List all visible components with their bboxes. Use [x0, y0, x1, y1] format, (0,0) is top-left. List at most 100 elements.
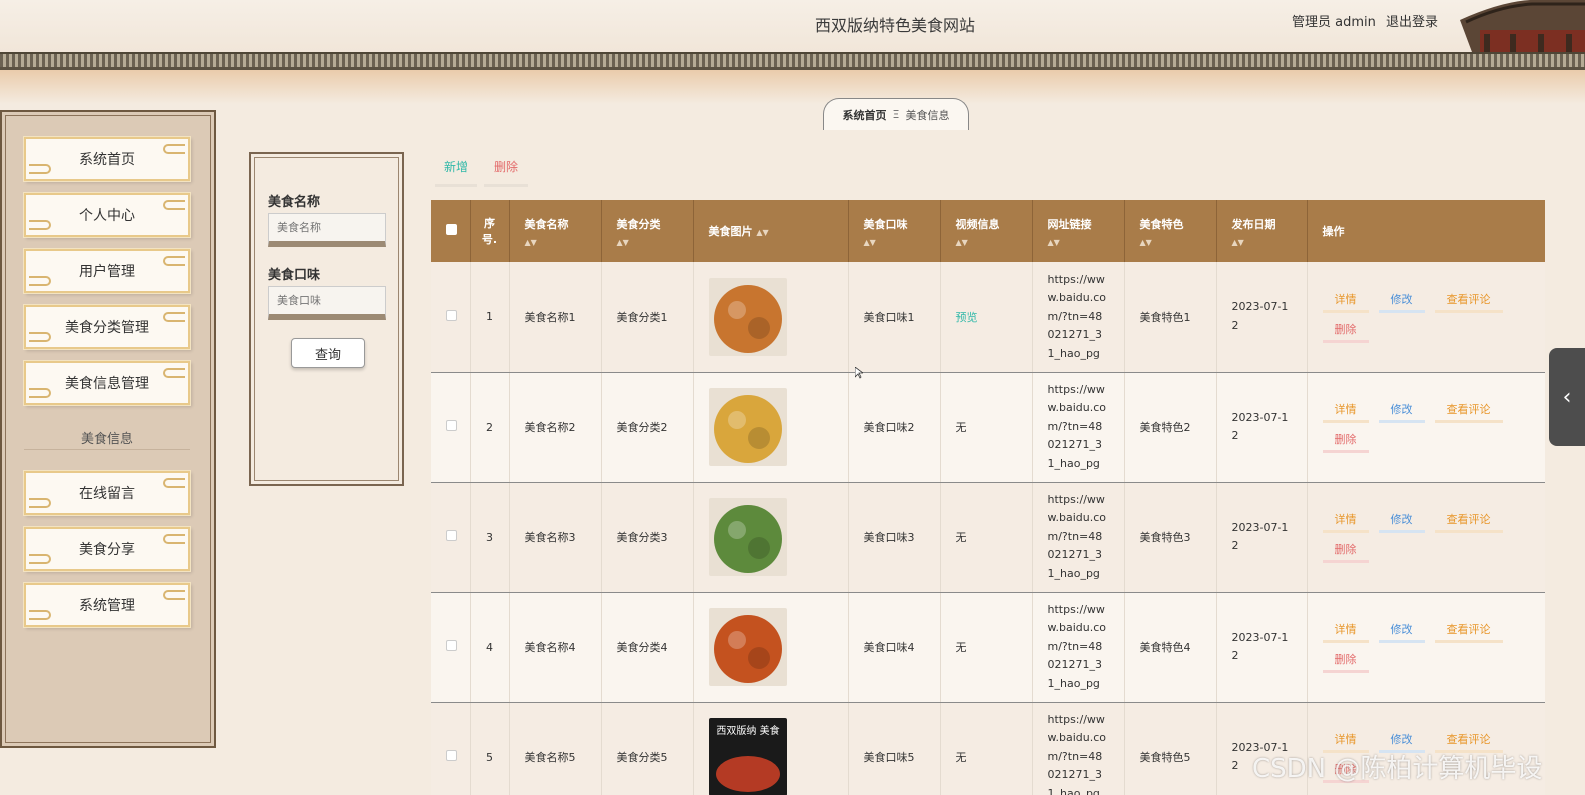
top-header: 西双版纳特色美食网站 管理员 admin 退出登录 — [0, 0, 1585, 52]
delete-button[interactable]: 删除 — [1322, 651, 1369, 673]
food-image[interactable] — [708, 277, 787, 356]
row-checkbox[interactable] — [446, 309, 457, 321]
header-name[interactable]: 美食名称 ▲▼ — [509, 200, 602, 262]
row-select-cell[interactable] — [431, 372, 471, 483]
header-image-label: 美食图片 — [708, 225, 753, 238]
sort-icon[interactable]: ▲▼ — [1140, 238, 1201, 247]
row-select-cell[interactable] — [431, 702, 471, 795]
sidebar-item-label: 美食分类管理 — [65, 320, 149, 336]
row-index: 5 — [470, 702, 510, 795]
select-all-checkbox[interactable] — [446, 224, 457, 235]
sort-icon[interactable]: ▲▼ — [756, 228, 768, 237]
sidebar-subitem-food-info[interactable]: 美食信息 — [24, 428, 190, 450]
row-index: 1 — [470, 262, 510, 373]
edit-button[interactable]: 修改 — [1378, 401, 1425, 423]
video-preview-link[interactable]: 预览 — [956, 311, 978, 324]
batch-delete-button[interactable]: 删除 — [484, 158, 528, 187]
sidebar-item-label: 系统首页 — [79, 152, 135, 168]
header-video-label: 视频信息 — [955, 217, 1000, 231]
food-image-cell: 西双版纳 美食 — [693, 702, 849, 795]
view-comments-button[interactable]: 查看评论 — [1434, 401, 1503, 423]
food-image[interactable] — [708, 498, 787, 576]
food-table-container: 序号. 美食名称 ▲▼ 美食分类 ▲▼ 美食图片 ▲▼ 美食口味 ▲▼ 视频信息 ▲▼ … — [431, 200, 1545, 795]
sort-icon[interactable]: ▲▼ — [1048, 238, 1109, 247]
header-fade-decoration — [0, 70, 1585, 104]
table-row: 3 美食名称3 美食分类3 美食口味3 无 https://www.baidu.com/?… — [431, 482, 1545, 593]
breadcrumb-home[interactable]: 系统首页 — [843, 107, 887, 123]
video-info-cell[interactable]: 预览 — [940, 262, 1033, 373]
edit-button[interactable]: 修改 — [1378, 621, 1425, 643]
view-comments-button[interactable]: 查看评论 — [1434, 291, 1503, 313]
sidebar-item-food-share[interactable]: 美食分享 — [24, 527, 190, 571]
header-feature[interactable]: 美食特色 ▲▼ — [1124, 200, 1217, 262]
add-button[interactable]: 新增 — [435, 158, 477, 187]
food-flavor-label: 美食口味 — [268, 268, 321, 283]
view-comments-button[interactable]: 查看评论 — [1434, 511, 1503, 533]
food-image[interactable]: 西双版纳 美食 — [708, 718, 787, 795]
header-index: 序号. — [470, 200, 510, 262]
video-info-text: 无 — [955, 751, 967, 764]
row-select-cell[interactable] — [431, 592, 471, 703]
collapse-panel-tab[interactable]: ‹ — [1549, 348, 1585, 446]
sidebar-item-label: 美食信息管理 — [65, 376, 149, 392]
food-image-cell — [693, 262, 849, 373]
sidebar-item-label: 在线留言 — [79, 486, 135, 502]
video-info-cell: 无 — [940, 482, 1033, 593]
detail-button[interactable]: 详情 — [1322, 511, 1369, 533]
sort-icon[interactable]: ▲▼ — [1232, 238, 1292, 247]
food-flavor-input[interactable] — [268, 286, 386, 320]
row-checkbox[interactable] — [446, 640, 457, 651]
row-index: 2 — [470, 372, 510, 483]
header-select-all[interactable] — [431, 200, 471, 262]
logout-link[interactable]: 退出登录 — [1386, 15, 1438, 30]
header-flavor[interactable]: 美食口味 ▲▼ — [848, 200, 941, 262]
edit-button[interactable]: 修改 — [1378, 291, 1425, 313]
detail-button[interactable]: 详情 — [1322, 291, 1369, 313]
row-checkbox[interactable] — [446, 530, 457, 541]
food-image-cell — [693, 592, 849, 703]
header-date[interactable]: 发布日期 ▲▼ — [1216, 200, 1308, 262]
food-image[interactable] — [708, 608, 787, 686]
sort-icon[interactable]: ▲▼ — [617, 238, 678, 247]
row-checkbox[interactable] — [446, 420, 457, 431]
sort-icon[interactable]: ▲▼ — [956, 238, 1017, 247]
query-button[interactable]: 查询 — [291, 338, 365, 368]
url-cell: https://www.baidu.com/?tn=48021271_31_ha… — [1032, 702, 1125, 795]
row-select-cell[interactable] — [431, 482, 471, 593]
sort-icon[interactable]: ▲▼ — [864, 238, 925, 247]
sidebar-item-home[interactable]: 系统首页 — [24, 137, 190, 181]
header-feature-label: 美食特色 — [1139, 217, 1184, 231]
publish-date-cell: 2023-07-12 — [1216, 372, 1308, 483]
sidebar-item-online-message[interactable]: 在线留言 — [24, 471, 190, 515]
url-text: https://www.baidu.com/?tn=48021271_31_ha… — [1047, 272, 1107, 360]
delete-button[interactable]: 删除 — [1322, 431, 1369, 453]
delete-button[interactable]: 删除 — [1322, 541, 1369, 563]
header-image[interactable]: 美食图片 ▲▼ — [693, 200, 849, 262]
sidebar-item-personal-center[interactable]: 个人中心 — [24, 193, 190, 237]
row-actions-cell: 详情 修改 查看评论删除 — [1307, 482, 1545, 593]
header-video[interactable]: 视频信息 ▲▼ — [940, 200, 1033, 262]
sidebar-item-food-info-management[interactable]: 美食信息管理 — [24, 361, 190, 405]
sidebar-item-category-management[interactable]: 美食分类管理 — [24, 305, 190, 349]
food-image[interactable] — [708, 388, 787, 466]
sort-icon[interactable]: ▲▼ — [525, 238, 586, 247]
edit-button[interactable]: 修改 — [1378, 511, 1425, 533]
delete-button[interactable]: 删除 — [1322, 321, 1369, 343]
video-info-text: 无 — [955, 641, 967, 654]
header-category[interactable]: 美食分类 ▲▼ — [601, 200, 694, 262]
food-name-cell: 美食名称4 — [509, 592, 602, 703]
sidebar-item-system-management[interactable]: 系统管理 — [24, 583, 190, 627]
row-checkbox[interactable] — [446, 750, 457, 761]
food-category-cell: 美食分类3 — [601, 482, 694, 593]
view-comments-button[interactable]: 查看评论 — [1434, 621, 1503, 643]
food-name-input[interactable] — [268, 213, 386, 247]
admin-user-label: 管理员 admin — [1292, 15, 1376, 30]
sidebar-item-user-management[interactable]: 用户管理 — [24, 249, 190, 293]
tile-roof-band — [0, 52, 1585, 70]
video-info-cell: 无 — [940, 592, 1033, 703]
row-select-cell[interactable] — [431, 262, 471, 373]
detail-button[interactable]: 详情 — [1322, 621, 1369, 643]
detail-button[interactable]: 详情 — [1322, 401, 1369, 423]
food-feature-cell: 美食特色2 — [1124, 372, 1217, 483]
header-url[interactable]: 网址链接 ▲▼ — [1032, 200, 1125, 262]
